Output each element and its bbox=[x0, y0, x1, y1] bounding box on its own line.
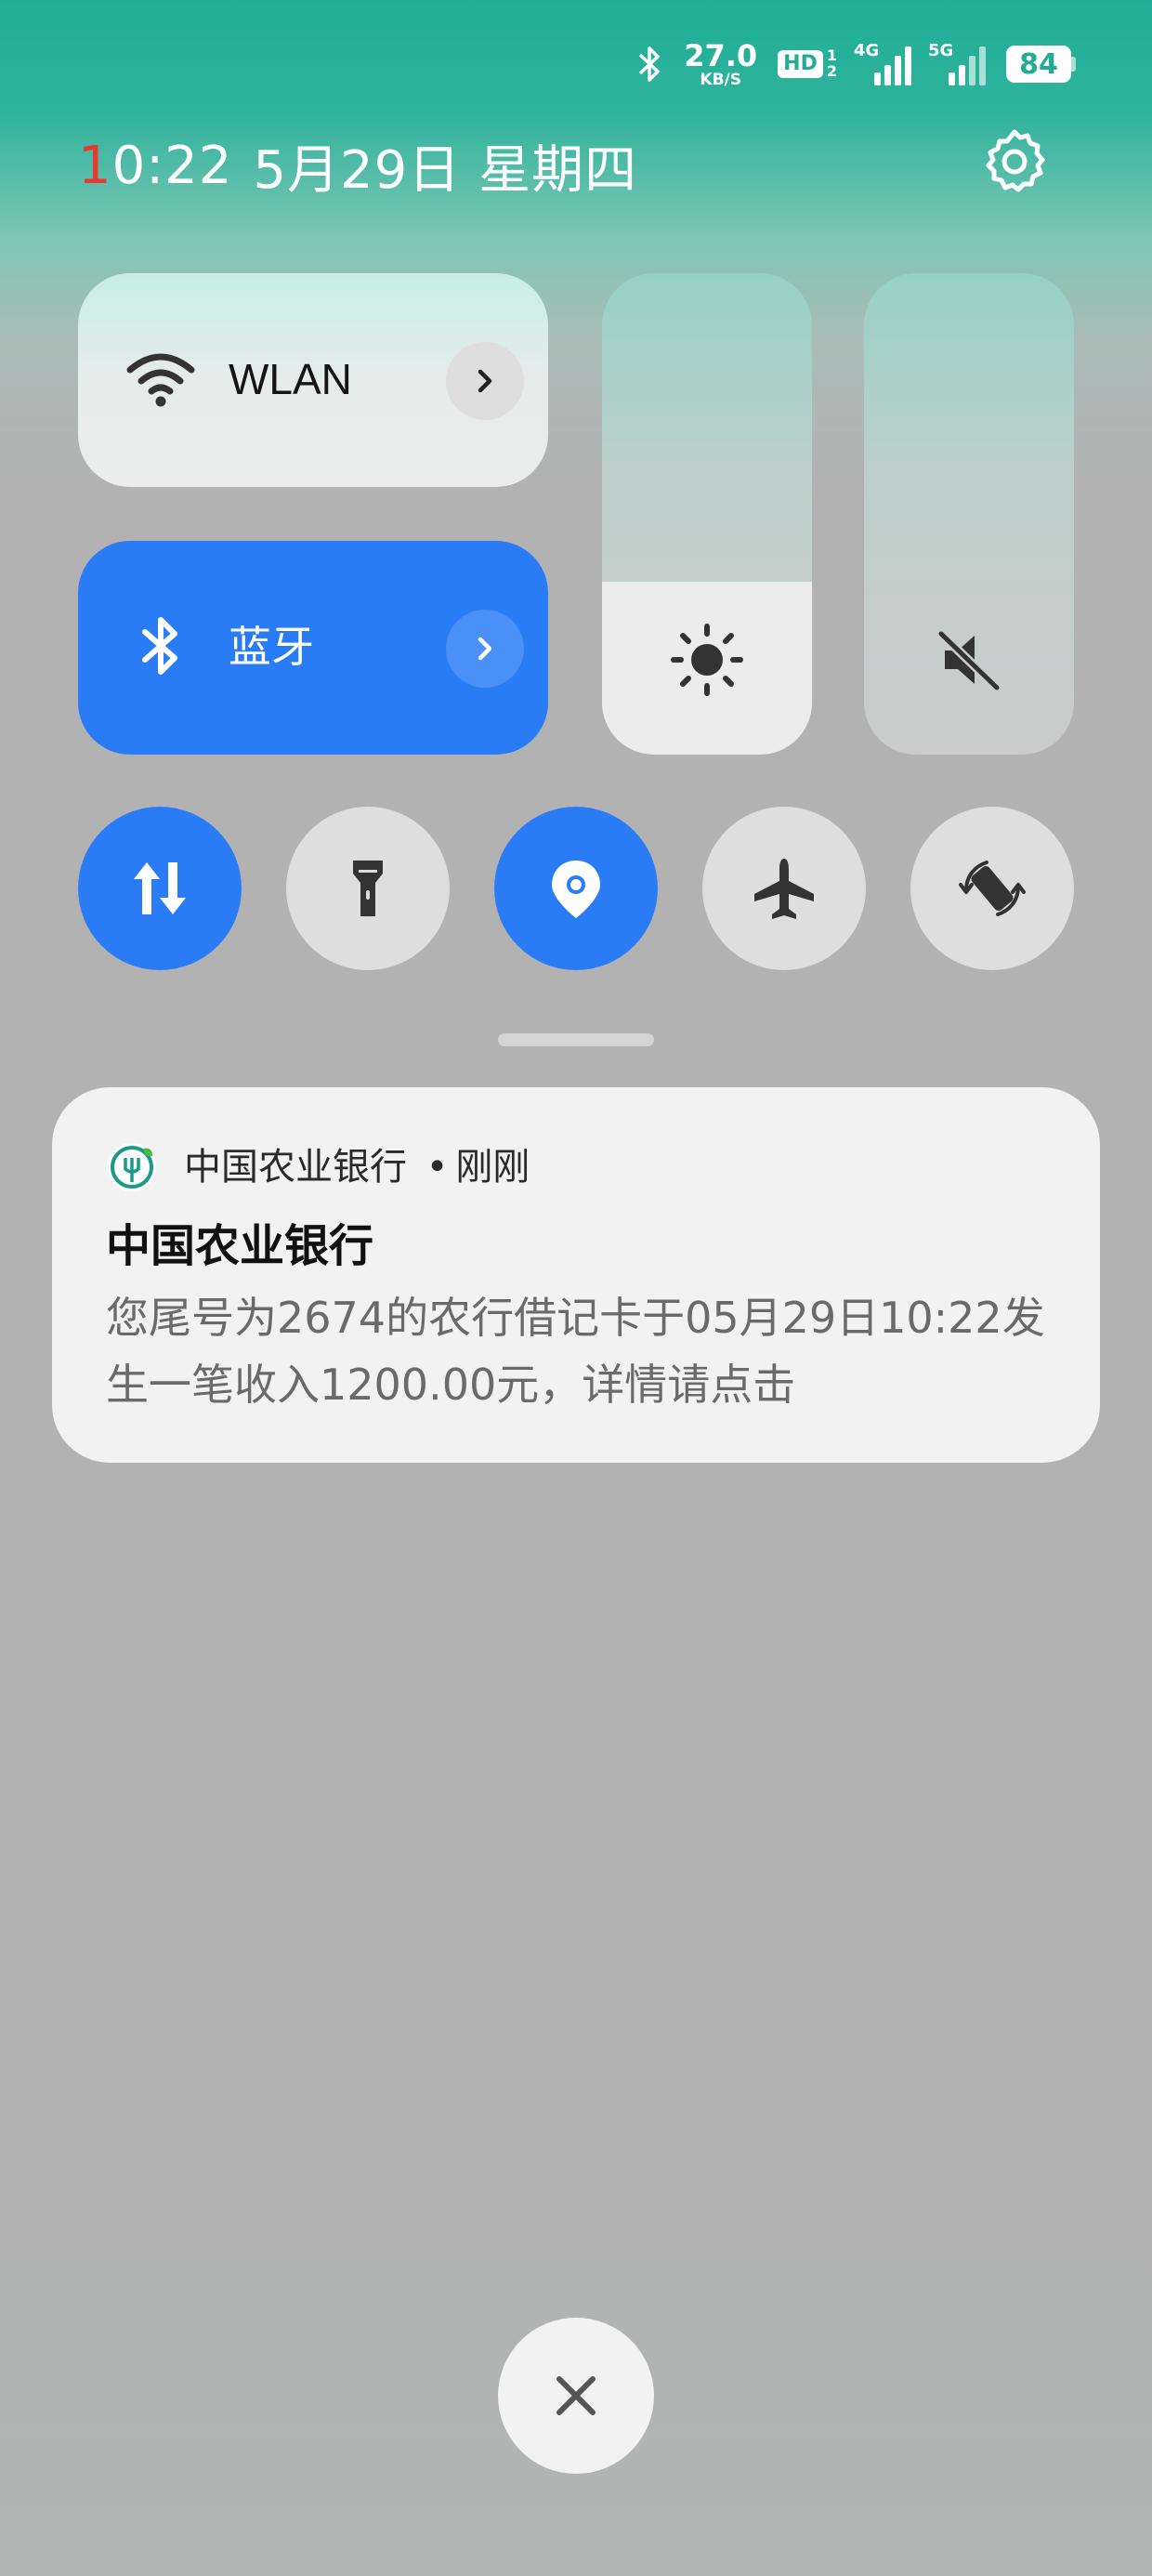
wlan-expand-button[interactable] bbox=[446, 342, 524, 420]
notification-separator: • bbox=[425, 1146, 449, 1189]
battery-icon: 84 bbox=[1006, 46, 1076, 83]
net1-type-label: 4G bbox=[854, 41, 880, 60]
status-bar: 27.0 KB/S HD 1 2 4G 5G 84 bbox=[635, 33, 1076, 95]
location-pin-icon bbox=[552, 861, 600, 918]
volte-hd-indicator: HD 1 2 bbox=[778, 47, 837, 80]
bluetooth-expand-button[interactable] bbox=[446, 610, 524, 688]
wifi-icon bbox=[126, 353, 195, 407]
volume-slider[interactable] bbox=[864, 273, 1074, 755]
battery-level: 84 bbox=[1006, 46, 1071, 83]
sim-two-label: 2 bbox=[826, 62, 837, 80]
bluetooth-icon bbox=[142, 617, 177, 675]
notification-header: 中国农业银行 • 刚刚 bbox=[184, 1143, 530, 1191]
network-speed-value: 27.0 bbox=[684, 37, 758, 73]
network-speed: 27.0 KB/S bbox=[684, 41, 757, 88]
chevron-right-icon bbox=[478, 637, 492, 661]
airplane-mode-toggle[interactable] bbox=[702, 807, 866, 970]
location-toggle[interactable] bbox=[494, 807, 658, 970]
clock-date[interactable]: 1 0:22 5月29日 星期四 bbox=[78, 128, 637, 204]
auto-rotate-icon bbox=[959, 861, 1026, 916]
flashlight-toggle[interactable] bbox=[286, 807, 450, 970]
sim2-signal-icon: 5G bbox=[928, 41, 986, 85]
network-speed-unit: KB/S bbox=[700, 70, 741, 89]
brightness-sun-icon bbox=[671, 624, 743, 696]
mobile-data-arrows-icon bbox=[134, 862, 186, 914]
bluetooth-label: 蓝牙 bbox=[229, 622, 314, 672]
notification-body: 您尾号为2674的农行借记卡于05月29日10:22发生一笔收入1200.00元… bbox=[106, 1293, 1045, 1410]
panel-drag-handle[interactable] bbox=[498, 1033, 654, 1046]
settings-gear-icon[interactable] bbox=[979, 126, 1050, 197]
chevron-right-icon bbox=[478, 369, 492, 393]
wlan-tile[interactable]: WLAN bbox=[78, 273, 548, 487]
mobile-data-toggle[interactable] bbox=[78, 807, 242, 970]
notification-time: 刚刚 bbox=[455, 1146, 530, 1189]
notification-app-name: 中国农业银行 bbox=[184, 1146, 407, 1189]
net2-type-label: 5G bbox=[928, 41, 954, 60]
bluetooth-tile[interactable]: 蓝牙 bbox=[78, 541, 548, 755]
notification-card[interactable]: 中国农业银行 • 刚刚 中国农业银行 您尾号为2674的农行借记卡于05月29日1… bbox=[52, 1087, 1100, 1463]
auto-rotate-toggle[interactable] bbox=[910, 807, 1074, 970]
clear-notifications-button[interactable] bbox=[498, 2318, 654, 2474]
clock-first-digit: 1 bbox=[78, 136, 112, 196]
abc-bank-app-icon bbox=[108, 1143, 156, 1191]
notification-title: 中国农业银行 bbox=[106, 1220, 374, 1272]
flashlight-icon bbox=[353, 861, 383, 916]
brightness-slider[interactable] bbox=[602, 273, 812, 755]
close-icon bbox=[556, 2376, 596, 2415]
bluetooth-status-icon bbox=[639, 46, 660, 82]
hd-badge: HD bbox=[778, 50, 823, 78]
date-label: 5月29日 星期四 bbox=[253, 140, 638, 201]
sim1-signal-icon: 4G bbox=[854, 41, 911, 85]
clock-time: 0:22 bbox=[111, 136, 233, 196]
airplane-icon bbox=[754, 859, 814, 919]
volume-muted-icon bbox=[936, 629, 1001, 692]
wlan-label: WLAN bbox=[229, 355, 352, 403]
